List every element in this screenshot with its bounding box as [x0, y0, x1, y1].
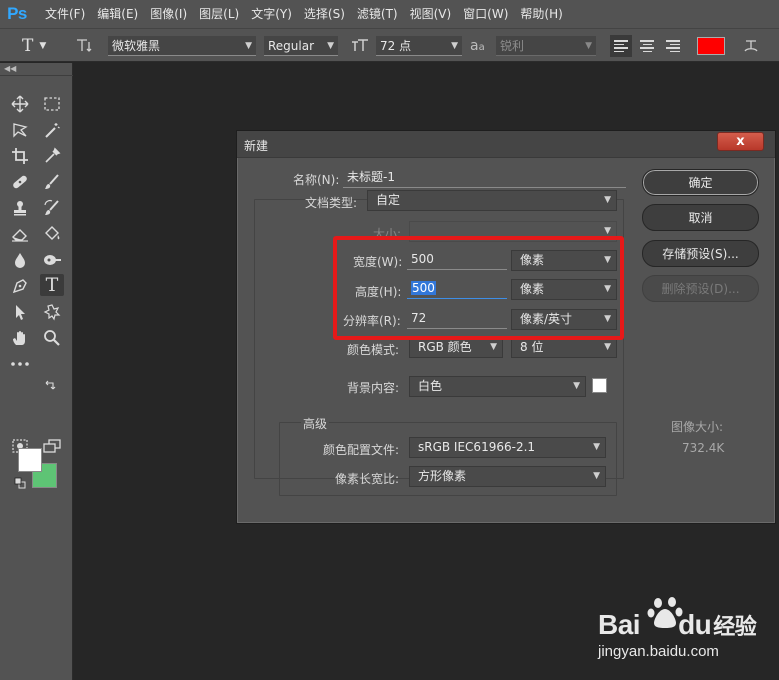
crop-tool-icon[interactable]: [8, 145, 32, 167]
font-family-select[interactable]: 微软雅黑 ▼: [108, 36, 256, 56]
marquee-tool-icon[interactable]: [40, 93, 64, 115]
history-brush-tool-icon[interactable]: [40, 197, 64, 219]
text-color-swatch[interactable]: [697, 37, 725, 55]
color-mode-label: 颜色模式:: [347, 343, 400, 357]
photoshop-logo: Ps: [7, 4, 27, 23]
menu-edit[interactable]: 编辑(E): [91, 0, 144, 28]
menu-bar: Ps 文件(F) 编辑(E) 图像(I) 图层(L) 文字(Y) 选择(S) 滤…: [0, 0, 779, 28]
delete-preset-button: 删除预设(D)...: [642, 275, 759, 302]
menu-file[interactable]: 文件(F): [39, 0, 91, 28]
dialog-titlebar[interactable]: 新建 x: [237, 131, 775, 158]
dialog-title: 新建: [244, 139, 269, 153]
magic-wand-tool-icon[interactable]: [40, 119, 64, 141]
swap-colors-icon[interactable]: [42, 377, 58, 393]
chevron-down-icon: ▼: [39, 40, 47, 51]
font-size-select[interactable]: 72 点 ▼: [376, 36, 462, 56]
color-mode-select[interactable]: RGB 颜色 ▼: [409, 337, 503, 358]
advanced-label: 高级: [301, 415, 330, 432]
name-field[interactable]: 未标题-1: [343, 167, 626, 188]
type-tool-icon: T: [22, 35, 34, 56]
collapse-icon[interactable]: ◀◀: [4, 64, 16, 73]
healing-brush-tool-icon[interactable]: [8, 171, 32, 193]
screen-mode-icon[interactable]: [40, 435, 64, 457]
doc-type-select[interactable]: 自定 ▼: [367, 190, 617, 211]
antialias-icon: aa: [470, 37, 485, 54]
cancel-button[interactable]: 取消: [642, 204, 759, 231]
background-label: 背景内容:: [347, 381, 400, 395]
paint-bucket-tool-icon[interactable]: [40, 223, 64, 245]
background-color-swatch[interactable]: [592, 378, 607, 393]
color-profile-label: 颜色配置文件:: [323, 443, 400, 457]
menu-filter[interactable]: 滤镜(T): [351, 0, 404, 28]
menu-layer[interactable]: 图层(L): [193, 0, 245, 28]
image-size-label: 图像大小:: [671, 420, 724, 434]
image-size-value: 732.4K: [682, 441, 725, 455]
align-center-button[interactable]: [636, 35, 658, 57]
pen-tool-icon[interactable]: [8, 275, 32, 297]
default-colors-icon[interactable]: [13, 476, 27, 490]
tools-panel: ◀◀ T: [0, 63, 73, 680]
more-tools-icon[interactable]: [8, 353, 32, 375]
antialias-select[interactable]: 锐利 ▼: [496, 36, 596, 56]
background-select[interactable]: 白色 ▼: [409, 376, 586, 397]
menu-help[interactable]: 帮助(H): [514, 0, 568, 28]
menu-type[interactable]: 文字(Y): [245, 0, 298, 28]
custom-shape-tool-icon[interactable]: [40, 301, 64, 323]
panel-grip: [0, 75, 73, 85]
pixel-aspect-label: 像素长宽比:: [335, 472, 400, 486]
type-tool-icon[interactable]: T: [40, 274, 64, 296]
align-right-button[interactable]: [662, 35, 684, 57]
blur-tool-icon[interactable]: [8, 249, 32, 271]
menu-select[interactable]: 选择(S): [298, 0, 351, 28]
pixel-aspect-select[interactable]: 方形像素 ▼: [409, 466, 606, 487]
font-style-select[interactable]: Regular ▼: [264, 36, 338, 56]
name-label: 名称(N):: [293, 173, 340, 187]
brand-text: Bai du经验: [598, 609, 757, 640]
move-tool-icon[interactable]: [8, 93, 32, 115]
align-left-button[interactable]: [610, 35, 632, 57]
toggle-text-orientation-icon[interactable]: [74, 29, 94, 62]
close-button[interactable]: x: [717, 132, 764, 151]
options-bar: T ▼ 微软雅黑 ▼ Regular ▼ 72 点 ▼ aa 锐利 ▼: [0, 28, 779, 62]
eyedropper-tool-icon[interactable]: [40, 145, 64, 167]
watermark-url: jingyan.baidu.com: [598, 643, 719, 660]
bit-depth-select[interactable]: 8 位 ▼: [511, 337, 617, 358]
warp-text-icon[interactable]: [742, 29, 760, 62]
color-profile-select[interactable]: sRGB IEC61966-2.1 ▼: [409, 437, 606, 458]
tool-preset-picker[interactable]: T ▼: [22, 29, 46, 62]
foreground-color-swatch[interactable]: [18, 448, 42, 472]
font-size-icon: [350, 29, 370, 62]
menu-view[interactable]: 视图(V): [404, 0, 458, 28]
ok-button[interactable]: 确定: [642, 169, 759, 196]
highlight-annotation-box: [333, 236, 624, 340]
lasso-tool-icon[interactable]: [8, 119, 32, 141]
close-icon: x: [736, 134, 745, 149]
menu-window[interactable]: 窗口(W): [457, 0, 514, 28]
menu-image[interactable]: 图像(I): [144, 0, 193, 28]
zoom-tool-icon[interactable]: [40, 327, 64, 349]
brush-tool-icon[interactable]: [40, 171, 64, 193]
save-preset-button[interactable]: 存储预设(S)...: [642, 240, 759, 267]
eraser-tool-icon[interactable]: [8, 223, 32, 245]
path-selection-tool-icon[interactable]: [8, 301, 32, 323]
hand-tool-icon[interactable]: [8, 327, 32, 349]
stamp-tool-icon[interactable]: [8, 197, 32, 219]
doc-type-label: 文档类型:: [305, 196, 358, 210]
dodge-tool-icon[interactable]: [40, 249, 64, 271]
